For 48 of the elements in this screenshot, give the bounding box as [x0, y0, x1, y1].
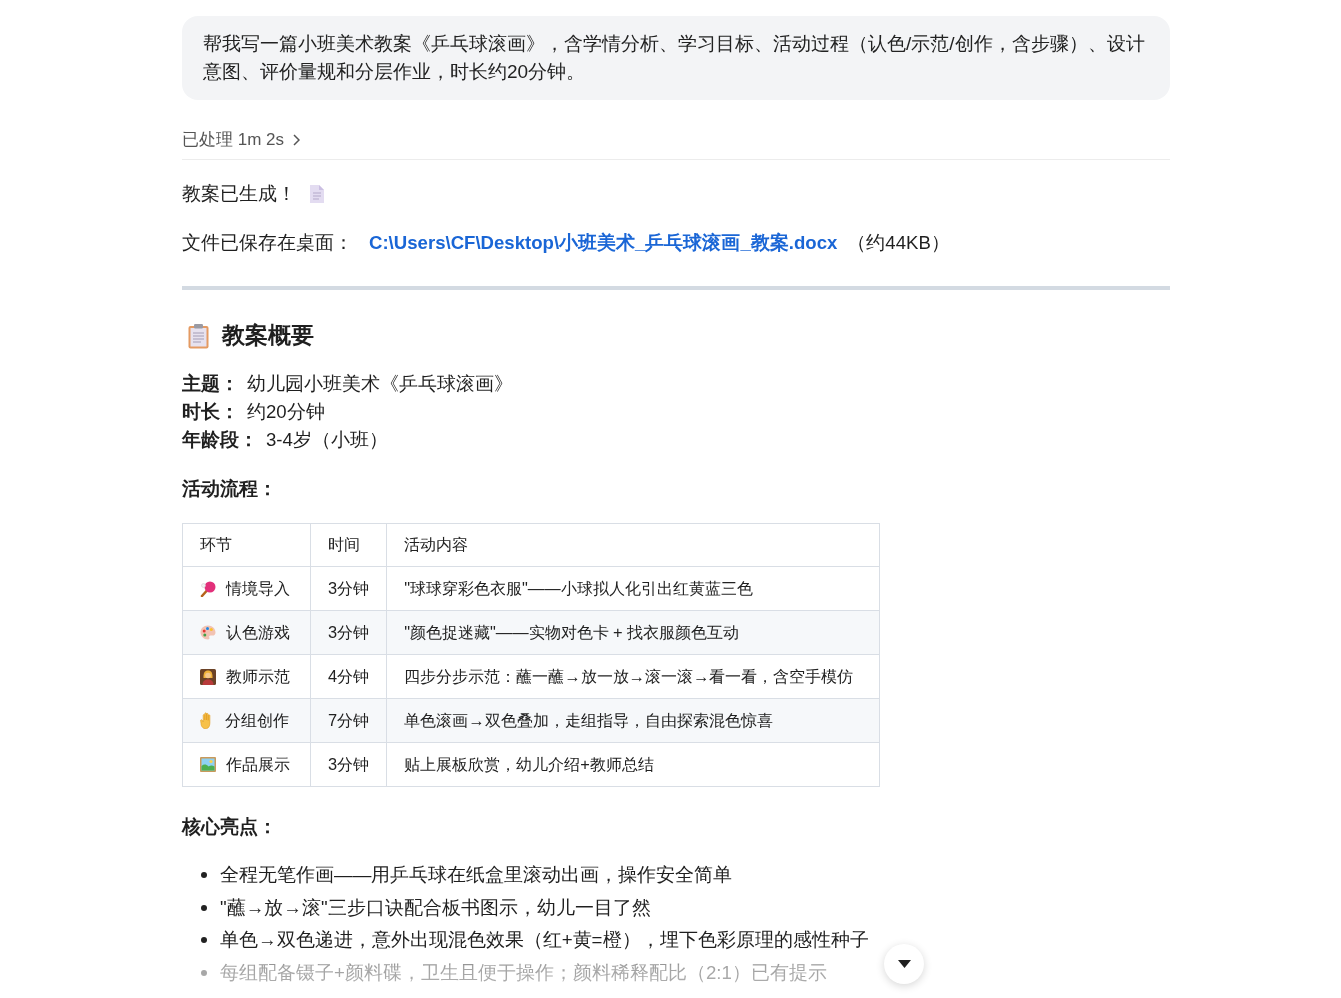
subsection-heading: 活动流程：: [182, 477, 278, 501]
table-cell: 3分钟: [310, 742, 387, 787]
table-cell: 3分钟: [310, 610, 387, 655]
field-label: 年龄段：: [182, 428, 258, 452]
table-cell: "颜色捉迷藏"——实物对色卡 + 找衣服颜色互动: [386, 610, 880, 655]
bullet-text: "蘸→放→滚"三步口诀配合板书图示，幼儿一目了然: [220, 895, 651, 920]
clipboard-icon: [188, 323, 209, 349]
person-icon: [200, 668, 216, 685]
field-value: 约20分钟: [247, 400, 325, 424]
status-text: 教案已生成！: [182, 182, 296, 206]
table-cell: 4分钟: [310, 654, 387, 699]
table-cell: 贴上展板欣赏，幼儿介绍+教师总结: [386, 742, 880, 787]
caret-down-icon: [897, 960, 911, 968]
file-path-link[interactable]: C:\Users\CF\Desktop\小班美术_乒乓球滚画_教案.docx: [369, 232, 838, 253]
stage-name: 教师示范: [226, 665, 290, 687]
subsection-heading: 核心亮点：: [182, 815, 278, 839]
processing-time-toggle[interactable]: 已处理 1m 2s: [182, 125, 301, 155]
bullet-icon: [201, 904, 207, 911]
field-value: 3-4岁（小班）: [266, 428, 388, 452]
prompt-message: 帮我写一篇小班美术教案《乒乓球滚画》，含学情分析、学习目标、活动过程（认色/示范/创作，含步骤）、设计意图、评价量规和分层作业，时长约20分钟。: [182, 16, 1170, 100]
scroll-down-button[interactable]: [884, 944, 924, 984]
bullet-text: 单色→双色递进，意外出现混色效果（红+黄=橙），埋下色彩原理的感性种子: [220, 928, 869, 952]
document-icon: [310, 185, 324, 203]
table-header-cell: 活动内容: [386, 523, 880, 567]
field-label: 主题：: [182, 372, 239, 396]
field-label: 时长：: [182, 400, 239, 424]
file-saved-text: 文件已保存在桌面： C:\Users\CF\Desktop\小班美术_乒乓球滚画_教案.docx （约44KB）: [182, 231, 951, 255]
table-header-cell: 时间: [310, 523, 387, 567]
stage-name: 认色游戏: [226, 621, 290, 643]
table-cell: 7分钟: [310, 698, 387, 743]
bullet-icon: [201, 872, 207, 879]
stage-name: 作品展示: [226, 753, 290, 775]
bullet-text: 每组配备镊子+颜料碟，卫生且便于操作；颜料稀释配比（2:1）已有提示: [220, 960, 827, 985]
table-cell: 四步分步示范：蘸一蘸→放一放→滚一滚→看一看，含空手模仿: [386, 654, 880, 699]
section-heading: 教案概要: [222, 322, 314, 350]
table-cell: 3分钟: [310, 566, 387, 611]
picture-icon: [200, 757, 216, 772]
stage-name: 情境导入: [226, 577, 290, 599]
palette-icon: [200, 625, 216, 640]
table-cell: 单色滚画→双色叠加，走组指导，自由探索混色惊喜: [386, 698, 880, 743]
stage-name: 分组创作: [225, 709, 289, 731]
table-header-cell: 环节: [182, 523, 311, 567]
table-cell: "球球穿彩色衣服"——小球拟人化引出红黄蓝三色: [386, 566, 880, 611]
bullet-icon: [201, 969, 207, 976]
field-value: 幼儿园小班美术《乒乓球滚画》: [247, 372, 513, 396]
paddle-icon: [200, 580, 216, 597]
bullet-icon: [201, 937, 207, 944]
bullet-text: 全程无笔作画——用乒乓球在纸盒里滚动出画，操作安全简单: [220, 863, 733, 887]
